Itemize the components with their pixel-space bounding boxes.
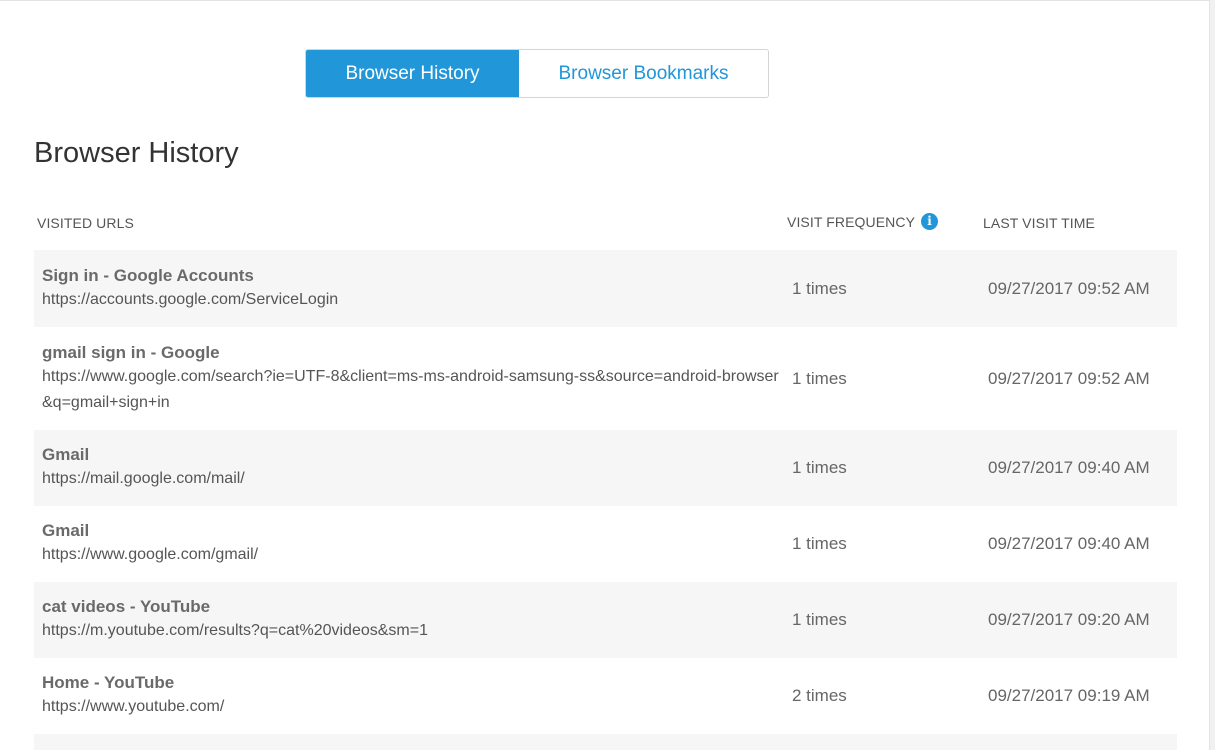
url-text: https://accounts.google.com/ServiceLogin	[42, 290, 339, 308]
info-icon[interactable]: i	[921, 213, 939, 230]
table-row[interactable]: Gmail https://mail.google.com/mail/ 1 ti…	[34, 430, 1177, 506]
url-text: https://www.youtube.com/	[42, 698, 225, 715]
last-visit-time: 09/27/2017 09:19 AM	[988, 686, 1150, 705]
table-row[interactable]: cat videos - YouTube https://m.youtube.c…	[34, 582, 1177, 658]
top-divider	[0, 0, 1210, 1]
url-text: https://www.google.com/search?ie=UTF-8&c…	[42, 367, 779, 411]
page-title-text: gmail sign in - Google	[42, 342, 220, 362]
last-visit-time: 09/27/2017 09:52 AM	[988, 278, 1150, 298]
tab-browser-history[interactable]: Browser History	[306, 50, 519, 97]
last-visit-time: 09/27/2017 09:40 AM	[988, 458, 1150, 477]
column-header-visit-frequency: VISIT FREQUENCY i	[787, 213, 939, 230]
visit-frequency: 1 times	[792, 610, 847, 629]
url-cell: Gmail https://mail.google.com/mail/	[34, 444, 779, 492]
column-header-last-visit-time: LAST VISIT TIME	[983, 215, 1095, 231]
tab-browser-bookmarks[interactable]: Browser Bookmarks	[519, 50, 768, 97]
visit-frequency: 1 times	[792, 278, 847, 298]
visit-frequency: 1 times	[792, 368, 847, 388]
table-row[interactable]: Home - YouTube https://www.youtube.com/ …	[34, 658, 1177, 734]
last-visit-time: 09/27/2017 09:40 AM	[988, 534, 1150, 553]
page-title-text: Gmail	[42, 521, 90, 540]
table-row[interactable]: gmail sign in - Google https://www.googl…	[34, 327, 1177, 430]
url-cell: cat videos - YouTube https://m.youtube.c…	[34, 596, 779, 644]
url-text: https://mail.google.com/mail/	[42, 470, 245, 487]
url-text: https://m.youtube.com/results?q=cat%20vi…	[42, 622, 428, 639]
page-title: Browser History	[34, 137, 239, 169]
scrollbar-track[interactable]	[1209, 0, 1215, 750]
url-cell: Sign in - Google Accounts https://accoun…	[34, 265, 779, 313]
table-row[interactable]	[34, 734, 1177, 750]
url-text: https://www.google.com/gmail/	[42, 546, 259, 563]
column-header-visited-urls: VISITED URLS	[37, 215, 134, 231]
page-title-text: Sign in - Google Accounts	[42, 265, 254, 285]
visit-frequency: 2 times	[792, 686, 847, 705]
column-header-visit-frequency-label: VISIT FREQUENCY	[787, 213, 916, 230]
last-visit-time: 09/27/2017 09:52 AM	[988, 368, 1150, 388]
table-row[interactable]: Sign in - Google Accounts https://accoun…	[34, 250, 1177, 327]
table-row[interactable]: Gmail https://www.google.com/gmail/ 1 ti…	[34, 506, 1177, 582]
history-bookmarks-tabs: Browser History Browser Bookmarks	[305, 49, 769, 98]
history-table: Sign in - Google Accounts https://accoun…	[34, 250, 1177, 750]
page-title-text: Home - YouTube	[42, 673, 175, 692]
url-cell: Gmail https://www.google.com/gmail/	[34, 520, 779, 568]
last-visit-time: 09/27/2017 09:20 AM	[988, 610, 1150, 629]
visit-frequency: 1 times	[792, 458, 847, 477]
visit-frequency: 1 times	[792, 534, 847, 553]
url-cell: Home - YouTube https://www.youtube.com/	[34, 672, 779, 720]
page-title-text: Gmail	[42, 445, 90, 464]
url-cell: gmail sign in - Google https://www.googl…	[34, 342, 779, 416]
browser-history-page: Browser History Browser Bookmarks Browse…	[0, 0, 1215, 750]
page-title-text: cat videos - YouTube	[42, 597, 211, 616]
